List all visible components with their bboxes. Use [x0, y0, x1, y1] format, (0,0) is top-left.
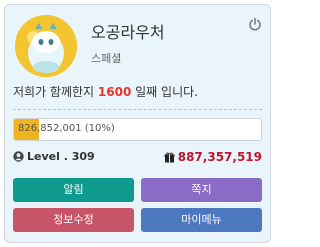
- exp-progress-text: 826,852,001 (10%): [18, 123, 115, 134]
- notification-button[interactable]: 알림: [13, 178, 134, 202]
- days-count: 1600: [97, 85, 132, 99]
- exp-progress-bar: 826,852,001 (10%): [13, 118, 262, 141]
- edit-profile-button[interactable]: 정보수정: [13, 208, 134, 232]
- member-rank: 스페셜: [91, 52, 122, 65]
- divider: [13, 109, 262, 110]
- greeting-prefix: 저희가 함께한지: [13, 85, 98, 99]
- power-icon: [249, 17, 261, 31]
- message-button[interactable]: 쪽지: [141, 178, 262, 202]
- greeting-suffix: 일째 입니다.: [131, 85, 198, 99]
- user-icon: [13, 151, 24, 162]
- gift-icon: [164, 152, 175, 163]
- nickname: 오공라우처: [91, 23, 165, 42]
- user-info-panel: 오공라우처 스페셜 저희가 함께한지 1600 일째 입니다. 826,852,…: [4, 4, 271, 243]
- points-info: 887,357,519: [164, 150, 262, 164]
- level-text: Level . 309: [27, 150, 95, 163]
- points-value: 887,357,519: [177, 150, 262, 164]
- greeting-text: 저희가 함께한지 1600 일째 입니다.: [13, 83, 198, 100]
- my-menu-button[interactable]: 마이메뉴: [141, 208, 262, 232]
- avatar: [15, 15, 77, 77]
- level-info: Level . 309: [13, 150, 95, 163]
- avatar-image: [15, 15, 77, 77]
- logout-button[interactable]: [248, 16, 262, 31]
